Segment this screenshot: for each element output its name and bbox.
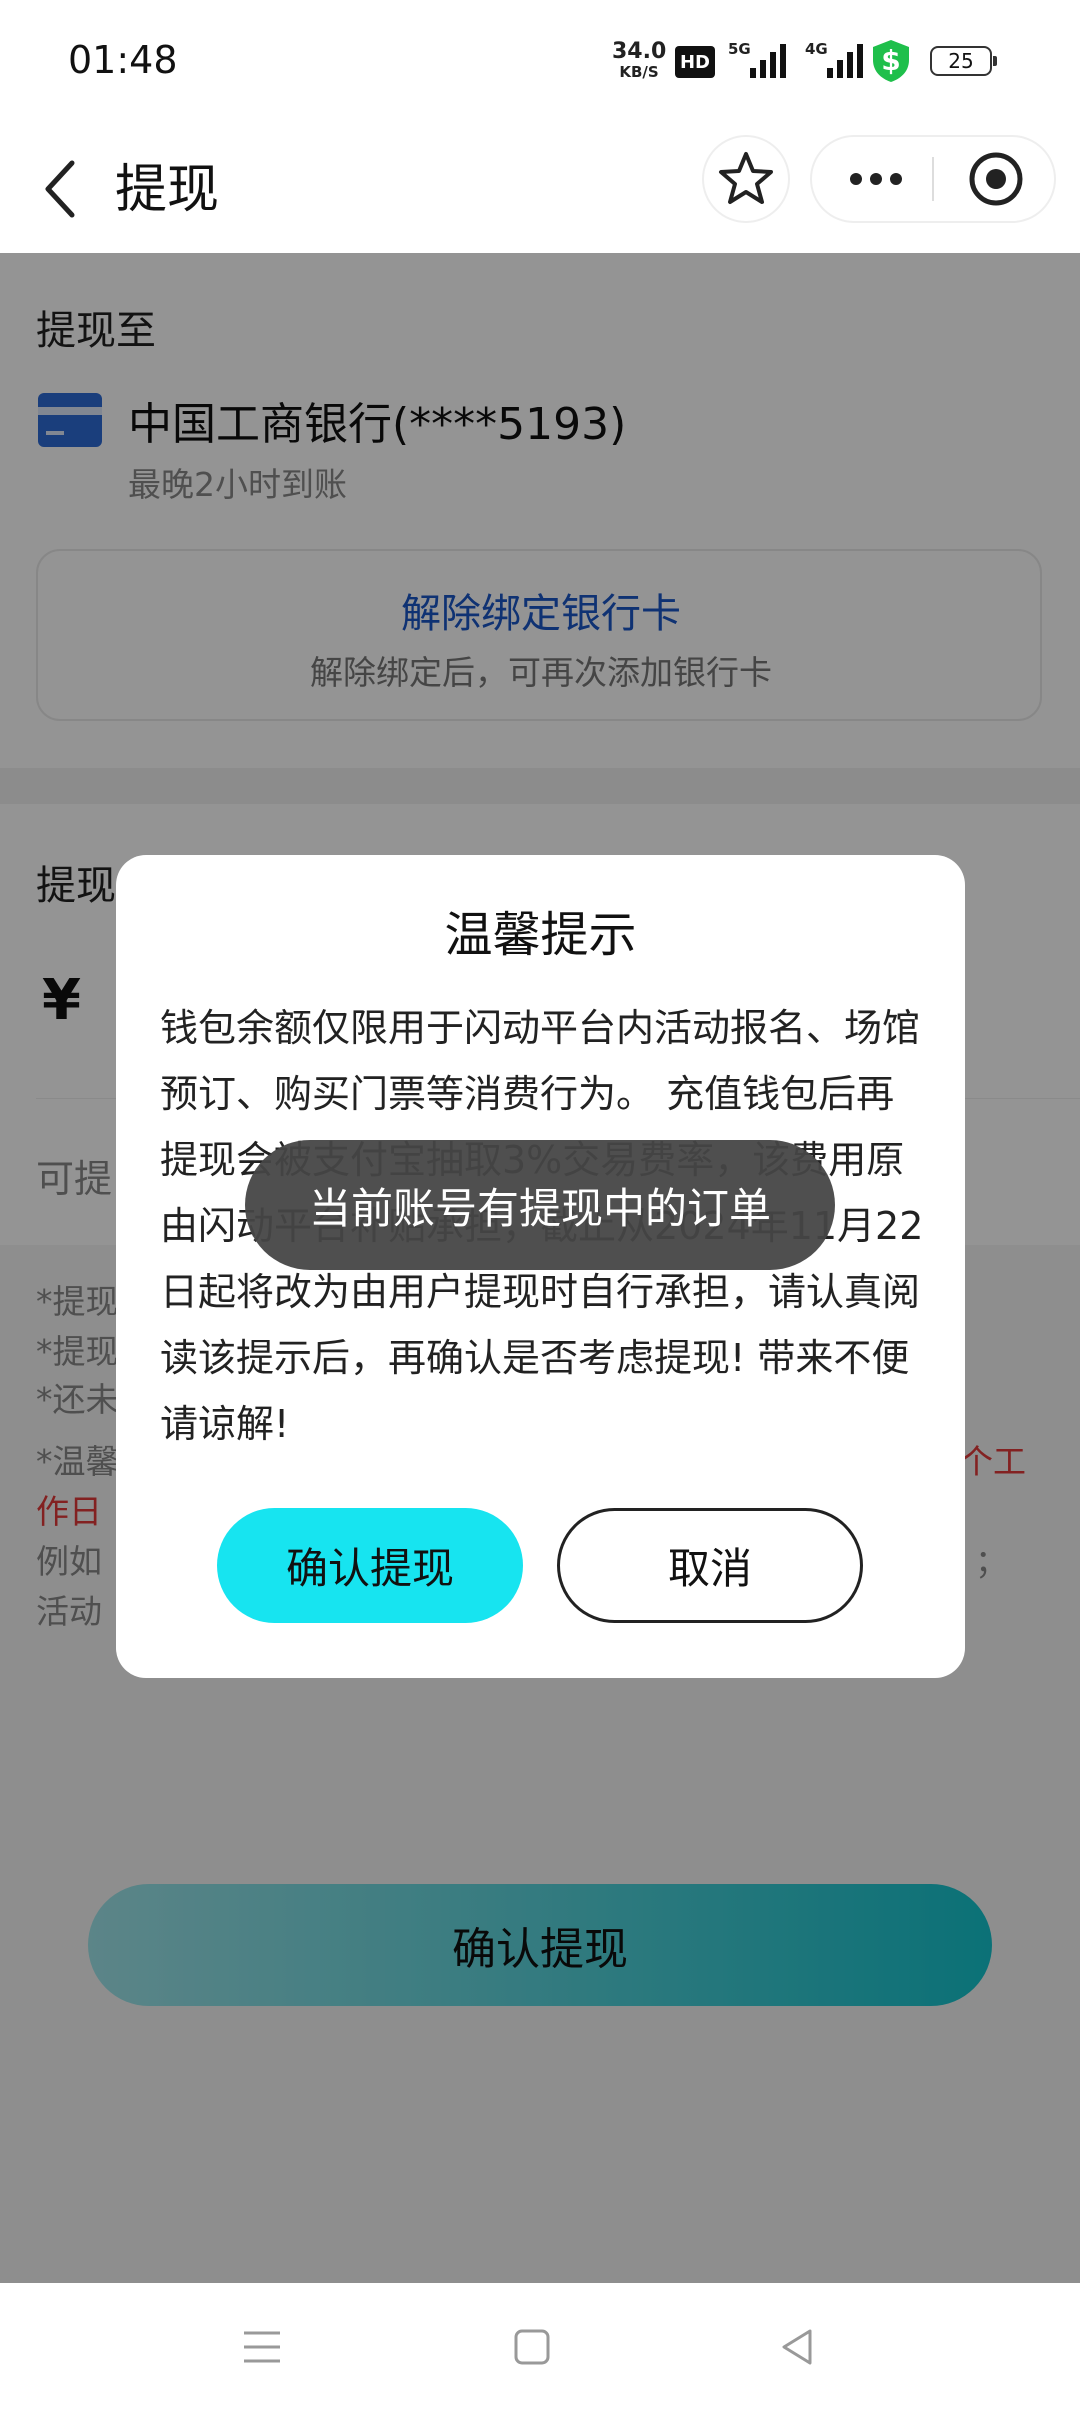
back-nav-button[interactable] (774, 2323, 822, 2371)
menu-nav-button[interactable] (238, 2323, 286, 2371)
target-circle-icon (969, 152, 1023, 206)
close-miniapp-button[interactable] (952, 137, 1040, 221)
home-nav-button[interactable] (508, 2323, 556, 2371)
miniapp-capsule (810, 135, 1056, 223)
capsule-divider (932, 157, 934, 201)
dialog-cancel-button[interactable]: 取消 (557, 1508, 863, 1623)
star-icon (719, 152, 773, 204)
page-title: 提现 (115, 160, 220, 220)
more-dots-icon (850, 173, 902, 185)
title-bar: 提现 (0, 125, 1080, 253)
favorite-button[interactable] (702, 135, 790, 223)
hd-icon: HD (675, 46, 715, 78)
back-arrow-icon (45, 160, 75, 218)
net-speed: 34.0 KB/S (612, 39, 667, 82)
shield-dollar-icon: $ (870, 38, 912, 88)
dialog-confirm-withdraw-button[interactable]: 确认提现 (217, 1508, 523, 1623)
toast-message: 当前账号有提现中的订单 (245, 1140, 835, 1270)
battery-icon: 25 (930, 46, 997, 76)
back-triangle-icon (782, 2329, 812, 2365)
menu-icon (244, 2331, 280, 2363)
system-nav-bar (0, 2283, 1080, 2412)
more-button[interactable] (832, 137, 920, 221)
home-square-icon (514, 2329, 550, 2365)
status-bar: 01:48 34.0 KB/S HD 5G 4G $ 25 (0, 0, 1080, 125)
back-button[interactable] (34, 149, 94, 229)
status-time: 01:48 (68, 38, 178, 82)
dialog-title: 温馨提示 (444, 907, 637, 963)
